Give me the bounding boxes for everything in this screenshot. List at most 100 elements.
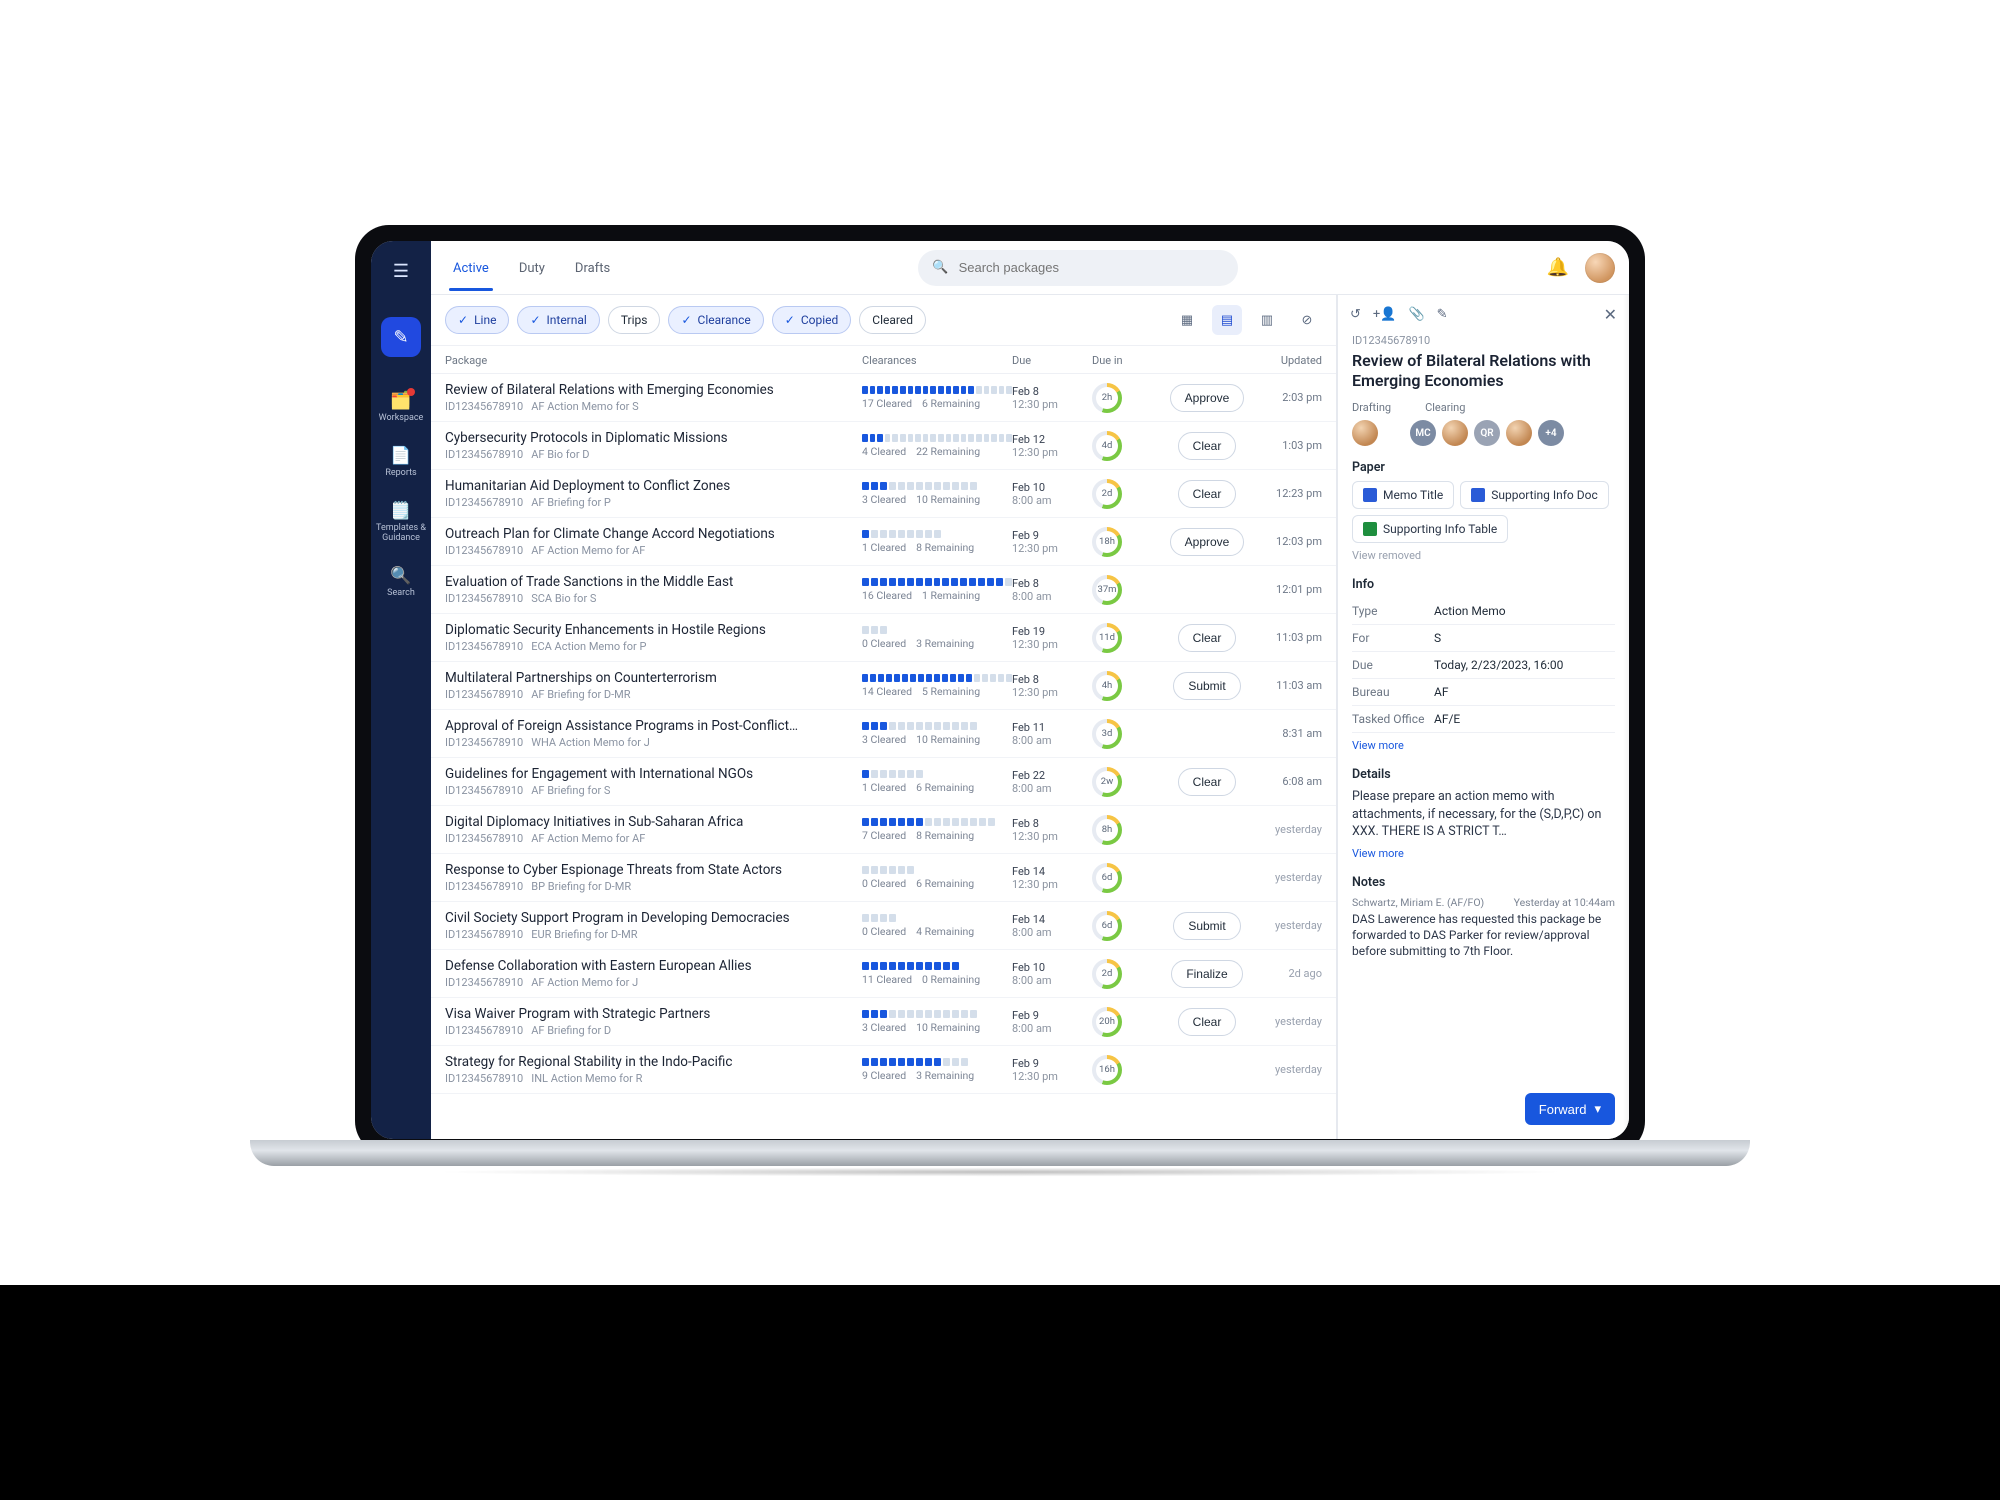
row-updated: yesterday [1252,1063,1322,1076]
row-action-button[interactable]: Clear [1178,768,1237,796]
clearing-avatar[interactable]: QR [1474,420,1500,446]
row-action-button[interactable]: Clear [1178,432,1237,460]
info-value: AF/E [1434,706,1615,733]
filter-chip-trips[interactable]: Trips [608,306,661,334]
row-action-button[interactable]: Finalize [1171,960,1242,988]
search-input[interactable] [959,260,1225,275]
table-row[interactable]: Civil Society Support Program in Develop… [431,902,1336,950]
due-in-ring: 16h [1092,1055,1122,1085]
filter-chip-clearance[interactable]: ✓Clearance [668,306,763,334]
sidebar-item-reports[interactable]: 📄 Reports [373,438,429,487]
table-row[interactable]: Strategy for Regional Stability in the I… [431,1046,1336,1094]
row-action-button[interactable]: Submit [1173,672,1240,700]
row-subtitle: WHA Action Memo for J [531,736,650,749]
clearing-more[interactable]: +4 [1538,420,1564,446]
rows-container[interactable]: Review of Bilateral Relations with Emerg… [431,374,1336,1139]
clearance-bars [862,818,1012,826]
due-date: Feb 22 [1012,769,1092,782]
panel-id: ID12345678910 [1352,334,1615,347]
tab-active[interactable]: Active [453,245,489,290]
bell-icon[interactable]: 🔔 [1547,257,1569,278]
row-id: ID12345678910 [445,976,523,989]
view-more-info-link[interactable]: View more [1352,739,1404,752]
table-row[interactable]: Evaluation of Trade Sanctions in the Mid… [431,566,1336,614]
row-title: Evaluation of Trade Sanctions in the Mid… [445,574,862,590]
close-icon[interactable]: ✕ [1604,305,1617,324]
compose-button[interactable]: ✎ [381,317,421,357]
paper-chip[interactable]: Memo Title [1352,481,1454,509]
row-action-button[interactable]: Clear [1178,1008,1237,1036]
row-subtitle: INL Action Memo for R [531,1072,642,1085]
tab-duty[interactable]: Duty [519,245,545,290]
sidebar-item-search[interactable]: 🔍 Search [373,558,429,607]
table-row[interactable]: Humanitarian Aid Deployment to Conflict … [431,470,1336,518]
table-row[interactable]: Cybersecurity Protocols in Diplomatic Mi… [431,422,1336,470]
package-list: ✓Line✓InternalTrips✓Clearance✓CopiedClea… [431,295,1337,1139]
row-action-button[interactable]: Submit [1173,912,1240,940]
row-updated: 1:03 pm [1252,439,1322,452]
attachment-icon[interactable]: 📎 [1408,307,1424,322]
filter-chip-cleared[interactable]: Cleared [859,306,926,334]
paper-chip[interactable]: Supporting Info Table [1352,515,1508,543]
chip-label: Clearance [698,313,751,327]
filter-chip-line[interactable]: ✓Line [445,306,509,334]
view-more-details-link[interactable]: View more [1352,847,1404,860]
filter-chip-internal[interactable]: ✓Internal [517,306,599,334]
due-in-ring: 4d [1092,431,1122,461]
add-person-icon[interactable]: +👤 [1373,307,1397,322]
drafting-avatar[interactable] [1352,420,1378,446]
due-in-ring: 37m [1092,575,1122,605]
row-action-button[interactable]: Clear [1178,480,1237,508]
paper-chip[interactable]: Supporting Info Doc [1460,481,1609,509]
due-date: Feb 14 [1012,913,1092,926]
row-action-button[interactable]: Approve [1170,384,1245,412]
filter-chip-copied[interactable]: ✓Copied [772,306,852,334]
sidebar-item-templates[interactable]: 🗒️ Templates & Guidance [373,493,429,552]
table-row[interactable]: Multilateral Partnerships on Counterterr… [431,662,1336,710]
table-row[interactable]: Digital Diplomacy Initiatives in Sub-Sah… [431,806,1336,854]
tab-drafts[interactable]: Drafts [575,245,610,290]
table-row[interactable]: Approval of Foreign Assistance Programs … [431,710,1336,758]
table-row[interactable]: Defense Collaboration with Eastern Europ… [431,950,1336,998]
user-avatar[interactable] [1585,253,1615,283]
clearing-avatar[interactable]: MC [1410,420,1436,446]
left-rail: ☰ ✎ 🗂️ Workspace 📄 Reports 🗒️ Templates … [371,241,431,1139]
view-list-icon[interactable]: ▤ [1212,305,1242,335]
table-row[interactable]: Guidelines for Engagement with Internati… [431,758,1336,806]
search-icon: 🔍 [390,566,411,586]
row-title: Multilateral Partnerships on Counterterr… [445,670,862,686]
table-row[interactable]: Review of Bilateral Relations with Emerg… [431,374,1336,422]
toggle-icon[interactable]: ⊘ [1292,305,1322,335]
table-row[interactable]: Response to Cyber Espionage Threats from… [431,854,1336,902]
row-action-button[interactable]: Approve [1170,528,1245,556]
forward-button[interactable]: Forward ▾ [1525,1093,1615,1125]
remaining-count: 8 Remaining [916,829,974,842]
clearing-avatar[interactable] [1506,420,1532,446]
remaining-count: 3 Remaining [916,637,974,650]
table-row[interactable]: Visa Waiver Program with Strategic Partn… [431,998,1336,1046]
search-field[interactable]: 🔍 [918,250,1238,286]
table-row[interactable]: Outreach Plan for Climate Change Accord … [431,518,1336,566]
menu-icon[interactable]: ☰ [381,251,421,291]
row-id: ID12345678910 [445,928,523,941]
remaining-count: 10 Remaining [916,733,980,746]
forward-label: Forward [1539,1102,1587,1117]
sidebar-item-workspace[interactable]: 🗂️ Workspace [373,383,429,432]
due-in-value: 11d [1096,627,1118,649]
note-body: DAS Lawerence has requested this package… [1352,911,1615,960]
history-icon[interactable]: ↺ [1350,307,1361,322]
remaining-count: 22 Remaining [916,445,980,458]
table-row[interactable]: Diplomatic Security Enhancements in Host… [431,614,1336,662]
edit-icon[interactable]: ✎ [1437,307,1448,322]
clearing-heading: Clearing [1425,401,1465,414]
view-removed-link[interactable]: View removed [1352,549,1421,562]
row-id: ID12345678910 [445,1072,523,1085]
clearing-avatar[interactable] [1442,420,1468,446]
view-columns-icon[interactable]: ▥ [1252,305,1282,335]
col-clearances: Clearances [862,354,1012,367]
due-time: 8:00 am [1012,734,1092,747]
cleared-count: 1 Cleared [862,541,906,554]
row-action-button[interactable]: Clear [1178,624,1237,652]
view-grid-icon[interactable]: ▦ [1172,305,1202,335]
due-date: Feb 9 [1012,1057,1092,1070]
